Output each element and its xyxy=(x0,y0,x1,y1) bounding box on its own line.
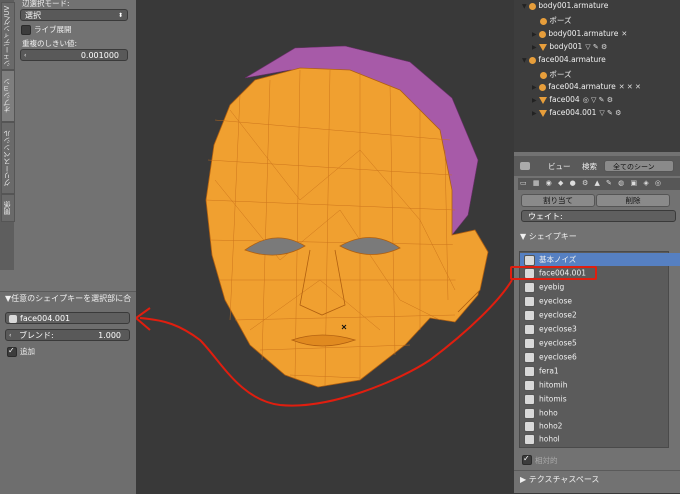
expand-icon[interactable]: ▶ xyxy=(532,110,537,117)
shape-keys-header[interactable]: ▼ シェイプキー xyxy=(520,231,577,242)
shape-key-item[interactable]: hoho xyxy=(521,408,666,421)
outliner-row[interactable]: ▶ body001 ▽ ✎ ⚙ xyxy=(532,42,607,54)
shape-key-item[interactable]: hohol xyxy=(521,434,666,447)
outliner-row[interactable]: ▼ face004.armature xyxy=(522,55,606,67)
tab-options[interactable]: オプション xyxy=(1,70,15,122)
collapse-icon[interactable]: ▼ xyxy=(522,3,527,10)
scene-dropdown[interactable]: 全てのシーン xyxy=(604,160,674,172)
shape-key-icon xyxy=(524,352,535,363)
shape-key-item[interactable]: eyeclose3 xyxy=(521,324,666,337)
expand-icon[interactable]: ▶ xyxy=(532,84,537,91)
assign-button[interactable]: 割り当て xyxy=(521,194,595,207)
texture-space-header[interactable]: ▶ テクスチャスペース xyxy=(520,474,599,485)
shape-key-icon xyxy=(524,254,535,266)
pose-icon xyxy=(540,17,547,25)
add-checkbox[interactable] xyxy=(7,346,17,357)
add-label: 追加 xyxy=(20,347,35,356)
expand-icon[interactable]: ▶ xyxy=(532,44,537,51)
relative-label: 相対的 xyxy=(535,456,558,465)
collapse-icon[interactable]: ▼ xyxy=(522,57,527,64)
mesh-icon xyxy=(539,43,548,51)
shape-key-item[interactable]: eyeclose5 xyxy=(521,338,666,351)
bone-icon: ✕ xyxy=(621,30,628,38)
shape-key-item[interactable]: hitomis xyxy=(521,394,666,407)
tool-shelf: シェーディング/UV オプション グリースペンシル 関係 辺選択モード: 選択 … xyxy=(0,0,136,494)
armature-data-icon xyxy=(539,30,547,38)
modifier-icons: ◎ ▽ ✎ ⚙ xyxy=(582,96,614,104)
threshold-label: 重複のしきい値: xyxy=(22,39,78,48)
shape-key-item[interactable]: eyeclose6 xyxy=(521,352,666,365)
3d-viewport[interactable] xyxy=(136,0,514,493)
shape-key-icon xyxy=(524,394,535,405)
annotation-box xyxy=(510,266,597,280)
armature-icon xyxy=(529,56,537,64)
armature-data-icon xyxy=(539,83,547,91)
pose-icon xyxy=(540,71,547,79)
armature-icon xyxy=(529,2,537,10)
editor-type-icon[interactable] xyxy=(520,162,530,170)
outliner-row[interactable]: ポーズ xyxy=(540,15,572,27)
shape-key-icon xyxy=(524,380,535,391)
properties-tab-icons[interactable]: ▭ ▦ ◉ ◆ ● ⚙ ▲ ✎ ◍ ▣ ◈ ◎ xyxy=(518,179,663,187)
expand-icon[interactable]: ▶ xyxy=(532,31,537,38)
operator-title[interactable]: ▼任意のシェイプキーを選択部に合 xyxy=(5,293,131,304)
outliner-row[interactable]: ▶ face004 ◎ ▽ ✎ ⚙ xyxy=(532,95,613,107)
bone-icons: ✕ ✕ ✕ xyxy=(618,83,641,91)
blend-field[interactable]: ‹ ブレンド: 1.000 xyxy=(5,329,130,341)
decrement-icon[interactable]: ‹ xyxy=(9,330,11,342)
mesh-icon xyxy=(539,109,548,117)
shape-key-icon xyxy=(524,310,535,321)
delete-button[interactable]: 削除 xyxy=(596,194,670,207)
live-unwrap-checkbox[interactable] xyxy=(21,25,31,35)
edge-select-label: 辺選択モード: xyxy=(22,0,70,8)
outliner-row[interactable]: ▼ body001.armature xyxy=(522,1,608,13)
shape-key-item[interactable]: hoho2 xyxy=(521,421,666,434)
dropdown-arrows-icon: ⬍ xyxy=(117,12,123,19)
shape-key-icon xyxy=(524,324,535,335)
view-menu[interactable]: ビュー xyxy=(548,161,571,172)
properties-tab-bar: ▭ ▦ ◉ ◆ ● ⚙ ▲ ✎ ◍ ▣ ◈ ◎ xyxy=(518,178,680,190)
mesh-icon xyxy=(539,96,548,104)
shape-key-field[interactable]: face004.001 xyxy=(5,312,130,324)
threshold-field[interactable]: ‹ 0.001000 xyxy=(20,49,128,61)
shape-key-icon xyxy=(524,282,535,293)
relative-checkbox[interactable] xyxy=(522,454,532,465)
shape-key-icon xyxy=(524,408,535,419)
shape-key-icon xyxy=(524,338,535,349)
expand-icon[interactable]: ▶ xyxy=(532,97,537,104)
tab-relations[interactable]: 関係 xyxy=(1,194,15,222)
shape-key-item[interactable]: hitomih xyxy=(521,380,666,393)
tab-shading-uv[interactable]: シェーディング/UV xyxy=(1,2,15,70)
shape-key-item[interactable]: fera1 xyxy=(521,366,666,379)
outliner-row[interactable]: ポーズ xyxy=(540,69,572,81)
decrement-icon[interactable]: ‹ xyxy=(24,50,26,62)
outliner-row[interactable]: ▶ body001.armature ✕ xyxy=(532,29,627,41)
tool-shelf-tabs: シェーディング/UV オプション グリースペンシル 関係 xyxy=(0,0,15,270)
modifier-icons: ▽ ✎ ⚙ xyxy=(599,109,622,117)
shape-key-icon xyxy=(524,434,535,445)
shape-key-icon xyxy=(524,296,535,307)
shape-key-item[interactable]: eyeclose xyxy=(521,296,666,309)
shape-key-item[interactable]: eyeclose2 xyxy=(521,310,666,323)
outliner-row[interactable]: ▶ face004.armature ✕ ✕ ✕ xyxy=(532,82,641,94)
weight-field[interactable]: ウェイト: xyxy=(521,210,676,222)
shape-key-item[interactable]: eyebig xyxy=(521,282,666,295)
tab-grease-pencil[interactable]: グリースペンシル xyxy=(1,122,15,194)
divider xyxy=(514,470,680,471)
modifier-icons: ▽ ✎ ⚙ xyxy=(585,43,608,51)
live-unwrap-label: ライブ展開 xyxy=(34,25,72,34)
shape-key-icon xyxy=(9,315,17,323)
select-dropdown[interactable]: 選択 ⬍ xyxy=(20,9,128,21)
search-menu[interactable]: 検索 xyxy=(582,161,597,172)
shape-key-icon xyxy=(524,366,535,377)
shape-key-icon xyxy=(524,421,535,432)
outliner-row[interactable]: ▶ face004.001 ▽ ✎ ⚙ xyxy=(532,108,621,120)
outliner: ▼ body001.armature ポーズ ▶ body001.armatur… xyxy=(514,0,680,152)
